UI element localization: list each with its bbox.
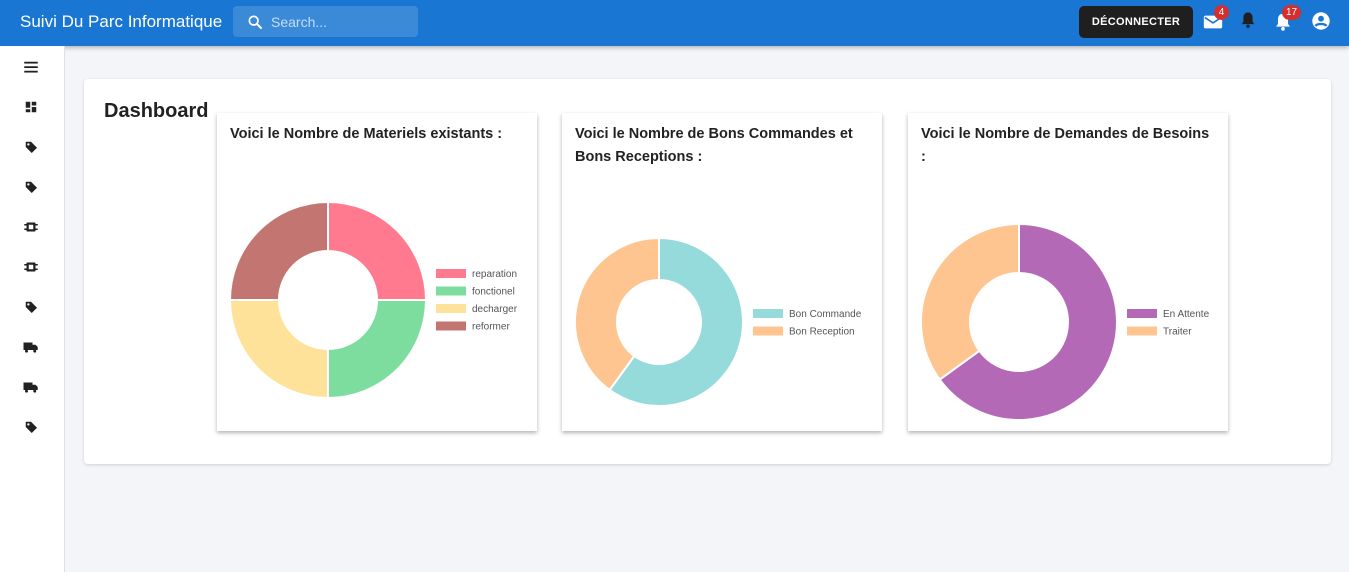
notifications-badge: 17 — [1282, 5, 1302, 20]
chart-card-besoins: Voici le Nombre de Demandes de Besoins :… — [908, 113, 1228, 431]
menu-icon — [24, 61, 38, 73]
materiels-donut-chart: reparation fonctionel decharger reformer — [228, 200, 518, 400]
app-bar: Suivi Du Parc Informatique DÉCONNECTER 4… — [0, 0, 1349, 46]
truck-icon — [23, 342, 38, 353]
logout-button[interactable]: DÉCONNECTER — [1079, 6, 1193, 38]
sidebar-item-truck-1[interactable] — [22, 338, 40, 356]
sidebar-item-chip-2[interactable] — [22, 258, 40, 276]
tag-icon — [25, 301, 37, 313]
legend-swatch[interactable] — [1127, 326, 1157, 336]
search-icon — [248, 15, 262, 29]
besoins-donut-chart: En Attente Traiter — [920, 222, 1210, 421]
bell-icon — [1241, 12, 1255, 28]
tag-icon — [25, 181, 37, 193]
legend-label[interactable]: En Attente — [1163, 309, 1210, 320]
sidebar-item-dashboard[interactable] — [22, 98, 40, 116]
bons-donut-chart: Bon Commande Bon Reception — [574, 236, 862, 407]
sidebar-item-tag-2[interactable] — [22, 178, 40, 196]
legend-swatch[interactable] — [753, 309, 783, 318]
chart-card-materiels: Voici le Nombre de Materiels existants :… — [217, 113, 537, 431]
tag-icon — [25, 141, 37, 153]
donut-slice-fonctionel[interactable] — [327, 299, 428, 400]
search-input[interactable] — [271, 11, 411, 33]
legend-swatch[interactable] — [436, 321, 466, 331]
page-title: Dashboard — [104, 100, 209, 122]
donut-slice-traiter[interactable] — [920, 222, 1020, 382]
legend-swatch[interactable] — [436, 269, 466, 278]
mail-button[interactable]: 4 — [1201, 5, 1229, 34]
legend-swatch[interactable] — [436, 304, 466, 313]
notifications-button[interactable]: 17 — [1272, 5, 1302, 34]
sidebar — [0, 46, 65, 572]
search-box[interactable] — [233, 6, 418, 37]
legend-swatch[interactable] — [436, 286, 466, 296]
legend-label[interactable]: reformer — [472, 322, 510, 333]
sidebar-item-tag-3[interactable] — [22, 298, 40, 316]
account-circle-icon — [1312, 12, 1330, 30]
legend-label[interactable]: Bon Commande — [789, 309, 862, 320]
app-title: Suivi Du Parc Informatique — [20, 12, 223, 31]
tag-icon — [25, 421, 37, 433]
legend-label[interactable]: Bon Reception — [789, 327, 855, 338]
sidebar-item-truck-2[interactable] — [22, 378, 40, 396]
dashboard-icon — [25, 101, 37, 113]
sidebar-item-tag-1[interactable] — [22, 138, 40, 156]
chart-card-bons: Voici le Nombre de Bons Commandes et Bon… — [562, 113, 882, 431]
legend-swatch[interactable] — [1127, 309, 1157, 318]
sidebar-item-tag-4[interactable] — [22, 418, 40, 436]
legend-swatch[interactable] — [753, 326, 783, 336]
chip-icon — [24, 262, 38, 272]
legend-label[interactable]: reparation — [472, 269, 517, 280]
account-button[interactable] — [1310, 10, 1334, 34]
mail-badge: 4 — [1214, 5, 1229, 20]
legend-label[interactable]: Traiter — [1163, 327, 1192, 338]
sidebar-item-chip-1[interactable] — [22, 218, 40, 236]
chip-icon — [24, 222, 38, 232]
donut-slice-decharger[interactable] — [228, 299, 329, 400]
truck-icon — [23, 382, 38, 393]
sidebar-menu-toggle[interactable] — [22, 58, 40, 76]
bell-button[interactable] — [1237, 10, 1261, 34]
donut-slice-reparation[interactable] — [327, 200, 428, 301]
donut-slice-reformer[interactable] — [228, 200, 329, 301]
legend-label[interactable]: decharger — [472, 304, 518, 315]
legend-label[interactable]: fonctionel — [472, 287, 515, 298]
